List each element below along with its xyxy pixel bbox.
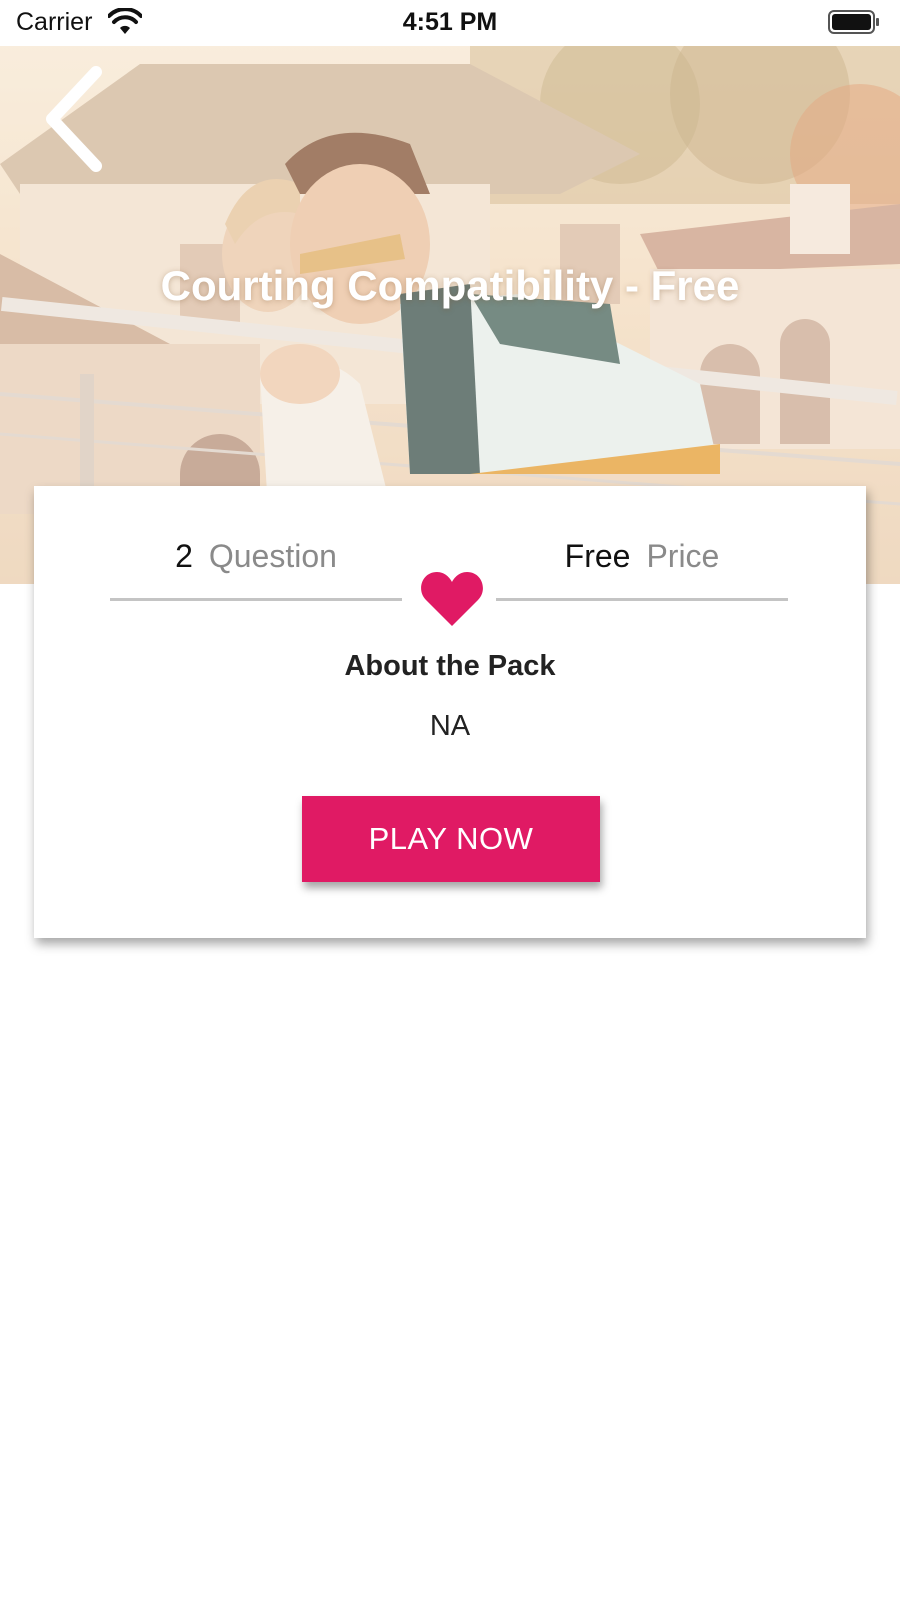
price-info: Free Price <box>496 538 788 575</box>
status-bar: Carrier 4:51 PM <box>0 0 900 46</box>
price-value: Free <box>564 538 631 574</box>
about-description: NA <box>429 710 471 742</box>
question-count-label: Question <box>208 538 337 574</box>
heart-icon <box>421 572 483 626</box>
pack-info-card: 2 Question Free Price About the Pack NA PL… <box>34 486 866 938</box>
battery-icon <box>828 10 879 34</box>
divider-left <box>110 598 402 601</box>
about-title: About the Pack <box>344 650 556 682</box>
pack-detail-screen: Carrier 4:51 PM Courting Compatibility -… <box>0 0 900 1598</box>
status-time: 4:51 PM <box>402 8 498 36</box>
price-label: Price <box>646 538 720 574</box>
divider-right <box>496 598 788 601</box>
page-title: Courting Compatibility - Free <box>160 262 740 309</box>
play-now-button[interactable]: PLAY NOW <box>302 796 600 882</box>
back-button[interactable] <box>38 64 110 174</box>
question-count: 2 Question <box>110 538 402 575</box>
question-count-value: 2 <box>175 538 193 574</box>
chevron-left-icon <box>46 66 102 172</box>
